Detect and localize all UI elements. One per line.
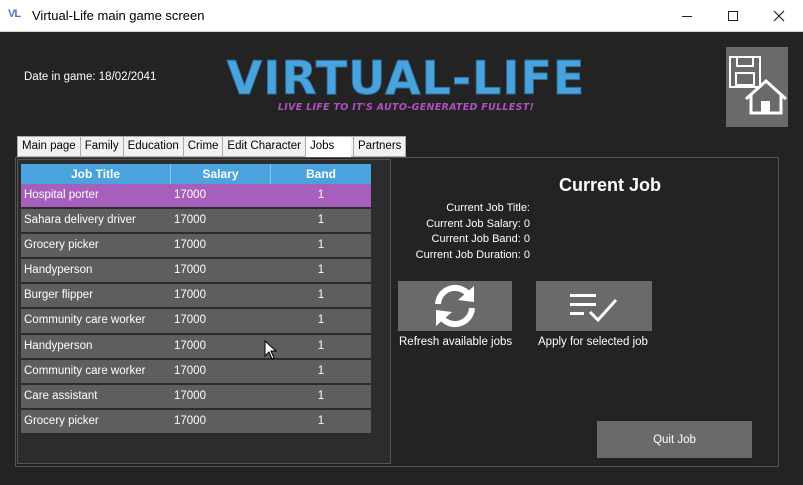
current-job-info: Current Job Title: Current Job Salary: 0…: [380, 201, 530, 263]
table-row[interactable]: Community care worker 17000 1: [21, 359, 371, 385]
salary-cell: 17000: [174, 214, 206, 227]
apply-job-label: Apply for selected job: [538, 336, 648, 348]
save-home-button[interactable]: [726, 47, 788, 127]
tab-strip: Main page Family Education Crime Edit Ch…: [17, 136, 407, 157]
title-bar: VL Virtual-Life main game screen: [0, 0, 803, 32]
maximize-icon: [728, 11, 738, 21]
jobs-table[interactable]: Job Title Salary Band Hospital porter 170…: [21, 164, 371, 435]
current-job-duration: Current Job Duration: 0: [415, 248, 530, 261]
save-home-icon: [729, 56, 788, 115]
band-cell: 1: [317, 214, 325, 227]
job-title-cell: Grocery picker: [24, 414, 99, 427]
salary-cell: 17000: [174, 339, 206, 352]
table-header: Job Title Salary Band: [21, 164, 371, 184]
minimize-icon: [682, 15, 692, 17]
current-job-salary: Current Job Salary: 0: [426, 217, 530, 230]
band-cell: 1: [317, 364, 325, 377]
salary-cell: 17000: [174, 364, 206, 377]
in-game-date: Date in game: 18/02/2041: [24, 71, 157, 83]
game-logo: VIRTUAL-LIFE LIVE LIFE TO IT'S AUTO-GENE…: [214, 51, 598, 114]
salary-cell: 17000: [174, 189, 206, 201]
tab-partners[interactable]: Partners: [352, 136, 407, 157]
job-title-cell: Handyperson: [24, 264, 93, 277]
table-body: Hospital porter 17000 1 Sahara delivery dri…: [21, 184, 371, 435]
column-header-salary[interactable]: Salary: [171, 164, 271, 184]
table-row[interactable]: Grocery picker 17000 1: [21, 409, 371, 435]
table-row[interactable]: Care assistant 17000 1: [21, 384, 371, 410]
band-cell: 1: [317, 189, 325, 201]
window-title: Virtual-Life main game screen: [32, 8, 205, 23]
quit-job-button[interactable]: Quit Job: [597, 421, 752, 458]
app-icon: VL: [8, 8, 21, 20]
band-cell: 1: [317, 389, 325, 402]
tab-jobs[interactable]: Jobs: [304, 136, 351, 157]
job-title-cell: Community care worker: [24, 314, 146, 327]
band-cell: 1: [317, 314, 325, 327]
tab-education[interactable]: Education: [122, 136, 183, 157]
column-header-job-title[interactable]: Job Title: [21, 164, 171, 184]
job-title-cell: Community care worker: [24, 364, 146, 377]
band-cell: 1: [317, 339, 325, 352]
table-row[interactable]: Handyperson 17000 1: [21, 334, 371, 360]
salary-cell: 17000: [174, 264, 206, 277]
apply-job-button[interactable]: [536, 281, 652, 331]
tab-crime[interactable]: Crime: [182, 136, 223, 157]
job-title-cell: Hospital porter: [24, 189, 99, 201]
salary-cell: 17000: [174, 289, 206, 302]
salary-cell: 17000: [174, 314, 206, 327]
table-row[interactable]: Grocery picker 17000 1: [21, 234, 371, 260]
maximize-button[interactable]: [710, 0, 756, 32]
salary-cell: 17000: [174, 389, 206, 402]
minimize-button[interactable]: [664, 0, 710, 32]
refresh-icon: [435, 285, 475, 327]
band-cell: 1: [317, 289, 325, 302]
tab-family[interactable]: Family: [79, 136, 123, 157]
band-cell: 1: [317, 264, 325, 277]
table-row[interactable]: Sahara delivery driver 17000 1: [21, 209, 371, 235]
job-title-cell: Care assistant: [24, 389, 98, 402]
table-row[interactable]: Hospital porter 17000 1: [21, 184, 371, 210]
job-title-cell: Grocery picker: [24, 239, 99, 252]
job-title-cell: Sahara delivery driver: [24, 214, 136, 227]
close-icon: [773, 10, 785, 22]
tab-edit-character[interactable]: Edit Character: [222, 136, 305, 157]
column-header-band[interactable]: Band: [271, 164, 371, 184]
job-title-cell: Burger flipper: [24, 289, 94, 302]
checklist-icon: [570, 294, 618, 323]
mouse-pointer-icon: [264, 340, 278, 360]
current-job-band: Current Job Band: 0: [431, 233, 530, 245]
refresh-jobs-label: Refresh available jobs: [399, 336, 513, 348]
band-cell: 1: [317, 414, 325, 427]
table-row[interactable]: Handyperson 17000 1: [21, 259, 371, 285]
tab-main-page[interactable]: Main page: [17, 136, 80, 157]
table-row[interactable]: Community care worker 17000 1: [21, 309, 371, 335]
refresh-jobs-button[interactable]: [398, 281, 512, 331]
table-row[interactable]: Burger flipper 17000 1: [21, 284, 371, 310]
salary-cell: 17000: [174, 414, 206, 427]
main-window: VL Virtual-Life main game screen Date in…: [0, 0, 803, 485]
current-job-title: Current Job Title:: [446, 202, 530, 214]
current-job-heading: Current Job: [558, 175, 661, 195]
close-button[interactable]: [756, 0, 802, 32]
job-title-cell: Handyperson: [24, 339, 93, 352]
band-cell: 1: [317, 239, 325, 252]
logo-title: VIRTUAL-LIFE: [226, 51, 586, 105]
salary-cell: 17000: [174, 239, 206, 252]
